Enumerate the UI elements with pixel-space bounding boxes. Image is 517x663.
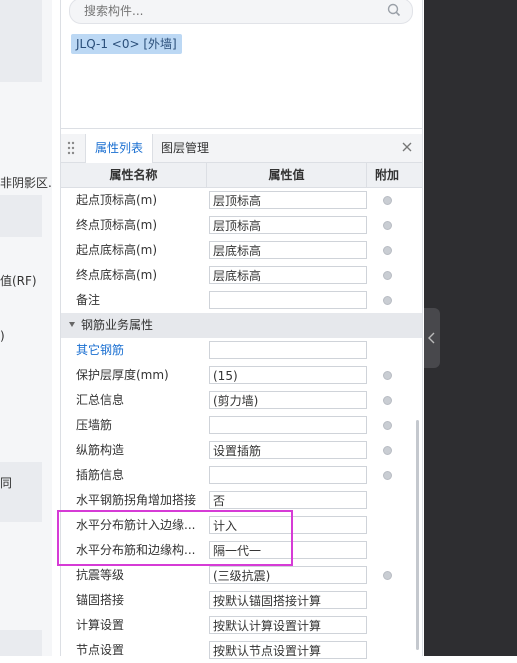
property-rows: 起点顶标高(m) 层顶标高 终点顶标高(m) 层顶标高 起点底标高(m) 层底标高 终点底标… — [61, 188, 422, 313]
left-panel-block — [0, 462, 42, 522]
property-value-field[interactable]: (三级抗震) — [209, 566, 367, 584]
divider — [61, 128, 422, 129]
property-row[interactable]: 节点设置 按默认节点设置计算 — [61, 638, 422, 663]
extra-radio[interactable] — [383, 371, 392, 380]
property-row[interactable]: 其它钢筋 — [61, 338, 422, 363]
selected-component-tag[interactable]: JLQ-1 <0> [外墙] — [71, 34, 182, 54]
highlight-box — [57, 510, 293, 566]
property-row[interactable]: 纵筋构造 设置插筋 — [61, 438, 422, 463]
header-property-value: 属性值 — [268, 168, 305, 182]
left-text-fragment: 非阴影区. — [0, 176, 52, 190]
search-input[interactable] — [82, 3, 376, 19]
property-name: 锚固搭接 — [76, 593, 125, 607]
property-name: 抗震等级 — [76, 568, 125, 582]
property-row[interactable]: 抗震等级 (三级抗震) — [61, 563, 422, 588]
property-row[interactable]: 汇总信息 (剪力墙) — [61, 388, 422, 413]
left-panel-block — [0, 630, 42, 656]
drag-handle-icon[interactable] — [67, 141, 75, 155]
extra-radio[interactable] — [383, 196, 392, 205]
property-value-field[interactable]: 设置插筋 — [209, 441, 367, 459]
property-value-field[interactable]: 按默认锚固搭接计算 — [209, 591, 367, 609]
property-value-field[interactable]: (15) — [209, 366, 367, 384]
property-name: 终点底标高(m) — [76, 268, 158, 282]
search-box[interactable] — [69, 0, 413, 24]
property-row[interactable]: 起点底标高(m) 层底标高 — [61, 238, 422, 263]
property-name: 终点顶标高(m) — [76, 218, 158, 232]
property-name: 其它钢筋 — [76, 343, 125, 357]
section-rebar-properties[interactable]: 钢筋业务属性 — [61, 313, 422, 338]
property-name: 保护层厚度(mm) — [76, 368, 169, 382]
header-extra: 附加 — [374, 168, 399, 182]
property-value-field[interactable]: 层底标高 — [209, 241, 367, 259]
property-row[interactable]: 插筋信息 — [61, 463, 422, 488]
property-value-field[interactable] — [209, 416, 367, 434]
property-row[interactable]: 终点底标高(m) 层底标高 — [61, 263, 422, 288]
column-divider — [206, 163, 207, 187]
extra-radio[interactable] — [383, 296, 392, 305]
extra-radio[interactable] — [383, 446, 392, 455]
property-row[interactable]: 终点顶标高(m) 层顶标高 — [61, 213, 422, 238]
extra-radio[interactable] — [383, 571, 392, 580]
property-value-field[interactable] — [209, 466, 367, 484]
tab-property-list[interactable]: 属性列表 — [85, 134, 153, 163]
left-panel: 非阴影区. 值(RF) ) 同 — [0, 0, 52, 656]
property-row[interactable]: 压墙筋 — [61, 413, 422, 438]
property-name: 起点顶标高(m) — [76, 193, 158, 207]
left-panel-block — [0, 0, 42, 82]
property-rows: 其它钢筋保护层厚度(mm) (15) 汇总信息 (剪力墙) 压墙筋纵筋构造 设置插筋插筋信… — [61, 338, 422, 663]
left-text-fragment: 值(RF) — [0, 274, 37, 288]
property-name: 插筋信息 — [76, 468, 125, 482]
column-divider — [366, 163, 367, 187]
scrollbar-thumb[interactable] — [416, 420, 419, 650]
close-icon[interactable] — [400, 140, 414, 154]
extra-radio[interactable] — [383, 246, 392, 255]
property-value-field[interactable]: 层顶标高 — [209, 191, 367, 209]
property-row[interactable]: 锚固搭接 按默认锚固搭接计算 — [61, 588, 422, 613]
grid-header: 属性名称 属性值 附加 — [61, 163, 422, 188]
left-text-fragment: 同 — [0, 476, 13, 490]
property-name: 汇总信息 — [76, 393, 125, 407]
extra-radio[interactable] — [383, 471, 392, 480]
property-value-field[interactable] — [209, 291, 367, 309]
collapse-triangle-icon[interactable] — [69, 322, 75, 327]
extra-radio[interactable] — [383, 221, 392, 230]
tab-bar: 属性列表 图层管理 — [61, 134, 422, 163]
property-value-field[interactable]: (剪力墙) — [209, 391, 367, 409]
left-panel-block — [0, 195, 42, 237]
extra-radio[interactable] — [383, 271, 392, 280]
property-value-field[interactable]: 层底标高 — [209, 266, 367, 284]
tab-layer-management[interactable]: 图层管理 — [161, 134, 209, 162]
property-name: 计算设置 — [76, 618, 125, 632]
property-value-field[interactable]: 按默认节点设置计算 — [209, 641, 367, 659]
collapse-panel-button[interactable] — [424, 308, 440, 368]
property-name: 备注 — [76, 293, 101, 307]
property-row[interactable]: 起点顶标高(m) 层顶标高 — [61, 188, 422, 213]
property-row[interactable]: 保护层厚度(mm) (15) — [61, 363, 422, 388]
property-row[interactable]: 备注 — [61, 288, 422, 313]
chevron-left-icon — [428, 332, 435, 344]
property-name: 压墙筋 — [76, 418, 113, 432]
header-property-name: 属性名称 — [109, 168, 158, 182]
extra-radio[interactable] — [383, 396, 392, 405]
left-text-fragment: ) — [0, 329, 5, 343]
property-name: 节点设置 — [76, 643, 125, 657]
property-value-field[interactable]: 层顶标高 — [209, 216, 367, 234]
section-label: 钢筋业务属性 — [81, 318, 154, 332]
extra-radio[interactable] — [383, 421, 392, 430]
property-value-field[interactable]: 按默认计算设置计算 — [209, 616, 367, 634]
property-value-field[interactable]: 否 — [209, 491, 367, 509]
search-icon[interactable] — [386, 2, 402, 18]
property-name: 纵筋构造 — [76, 443, 125, 457]
property-row[interactable]: 计算设置 按默认计算设置计算 — [61, 613, 422, 638]
property-name: 起点底标高(m) — [76, 243, 158, 257]
property-value-field[interactable] — [209, 341, 367, 359]
property-grid: 属性名称 属性值 附加 起点顶标高(m) 层顶标高 终点顶标高(m) 层顶标高 起点底标… — [61, 163, 422, 663]
